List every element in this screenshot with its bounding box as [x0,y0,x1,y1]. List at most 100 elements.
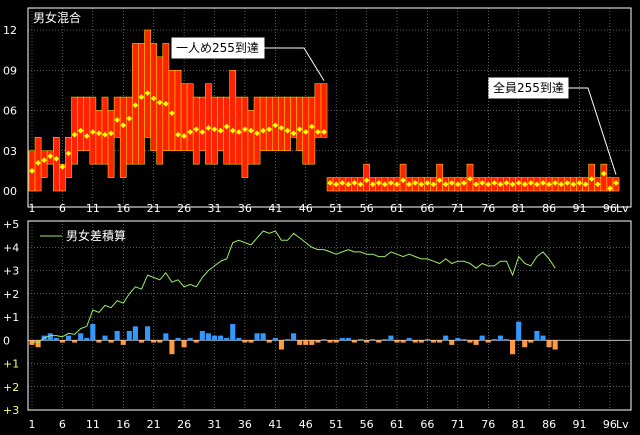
diff-bar [260,333,266,341]
mixed-chart-title: 男女混合 [33,10,81,25]
diff-bar [266,340,272,343]
mixed-x-tick-label: 46 [299,202,313,215]
mixed-range-bar [278,96,285,152]
mixed-range-bar [77,96,85,152]
mixed-y-tick-label: 12 [3,24,17,37]
diff-bar [199,330,205,341]
diff-bar [309,340,315,345]
diff-bar [114,330,120,341]
diff-bar [78,333,84,341]
diff-bar [546,340,552,348]
mixed-x-tick-label: 6 [59,202,66,215]
diff-bar [59,340,65,343]
diff-x-tick-label: 96 [603,418,617,431]
diff-x-tick-label: 81 [512,418,526,431]
diff-x-tick-label: 31 [208,418,222,431]
mixed-range-bar [174,69,182,152]
diff-bar [90,323,96,341]
diff-bar [108,340,114,343]
diff-bar [461,339,467,341]
diff-bar [503,339,510,341]
diff-y-tick-label: +2 [3,381,19,394]
diff-bar [163,333,169,341]
diff-bar [510,340,516,355]
mixed-range-bar [186,83,194,152]
mixed-chart-y-ticks: 00 03 06 09 12 [3,24,17,198]
diff-bar [394,340,400,343]
mixed-x-tick-label: 76 [481,202,495,215]
diff-bar [284,339,291,341]
diff-x-tick-label: 1 [29,418,36,431]
diff-x-tick-label: 61 [390,418,404,431]
diff-x-tick-label: 21 [147,418,161,431]
diff-bar [248,340,254,343]
annotation-label: 全員255到達 [493,80,564,95]
diff-bar [72,340,78,343]
diff-bar [382,339,388,341]
diff-bar [473,340,479,345]
mixed-range-bar [265,96,273,152]
mixed-range-bar [52,137,60,192]
diff-bar [187,337,193,341]
mixed-range-bar [95,110,103,165]
diff-bar [218,335,224,341]
diff-bar [467,340,473,343]
mixed-x-tick-label: 26 [177,202,191,215]
diff-bar [53,337,59,341]
mixed-y-tick-label: 09 [3,64,17,77]
diff-bar [315,340,321,343]
diff-bar [327,340,333,343]
mixed-range-bar [83,96,91,152]
diff-bar [169,340,175,355]
diff-bar [491,339,497,341]
diff-bar [552,340,558,350]
diff-bar [376,340,382,343]
mixed-x-tick-label: 31 [208,202,222,215]
mixed-x-tick-label: 56 [360,202,374,215]
mixed-range-bar [156,56,164,165]
diff-bar [321,339,327,341]
diff-bar [479,335,485,341]
diff-x-tick-label: 16 [116,418,130,431]
mixed-range-bar [223,96,231,165]
diff-bar [126,330,132,341]
diff-y-tick-label: +4 [3,241,19,254]
mixed-y-tick-label: 03 [3,145,17,158]
mixed-x-tick-label: 91 [573,202,587,215]
mixed-y-tick-label: 06 [3,105,17,118]
diff-bar [224,337,230,341]
diff-bar [339,337,345,341]
mixed-x-tick-label: 61 [390,202,404,215]
mixed-range-bar [125,96,133,165]
mixed-range-bar [180,83,188,152]
diff-bar [522,340,528,348]
diff-x-tick-label: 86 [542,418,556,431]
diff-bar [84,337,90,341]
diff-chart-legend-label: 男女差積算 [66,228,126,243]
diff-bar [345,337,351,341]
diff-bar [272,337,278,341]
diff-bar [400,340,406,343]
diff-bar [418,340,424,343]
mixed-range-bar [259,96,267,152]
mixed-x-tick-label: 96 [603,202,617,215]
mixed-range-bar [138,43,145,165]
diff-bar [370,339,376,341]
diff-y-tick-label: +3 [3,265,19,278]
mixed-range-bar [205,83,212,165]
diff-x-tick-label: 36 [238,418,252,431]
diff-bar [211,335,218,341]
diff-bar [242,340,248,343]
diff-bar [297,340,303,345]
diff-y-tick-label: +5 [3,218,19,231]
diff-x-tick-label: 46 [299,418,313,431]
mixed-x-tick-label: 41 [268,202,282,215]
mixed-x-tick-label: 36 [238,202,252,215]
diff-y-tick-label: +1 [3,358,19,371]
diff-chart-y-ticks: +5 +4 +3 +2 +1 0 +1 +2 +3 [3,218,19,417]
diff-chart-x-unit: Lv [616,418,629,431]
mixed-range-bar [119,96,127,178]
diff-bar [138,340,145,343]
diff-y-tick-label: 0 [3,334,10,347]
diff-x-tick-label: 91 [573,418,587,431]
